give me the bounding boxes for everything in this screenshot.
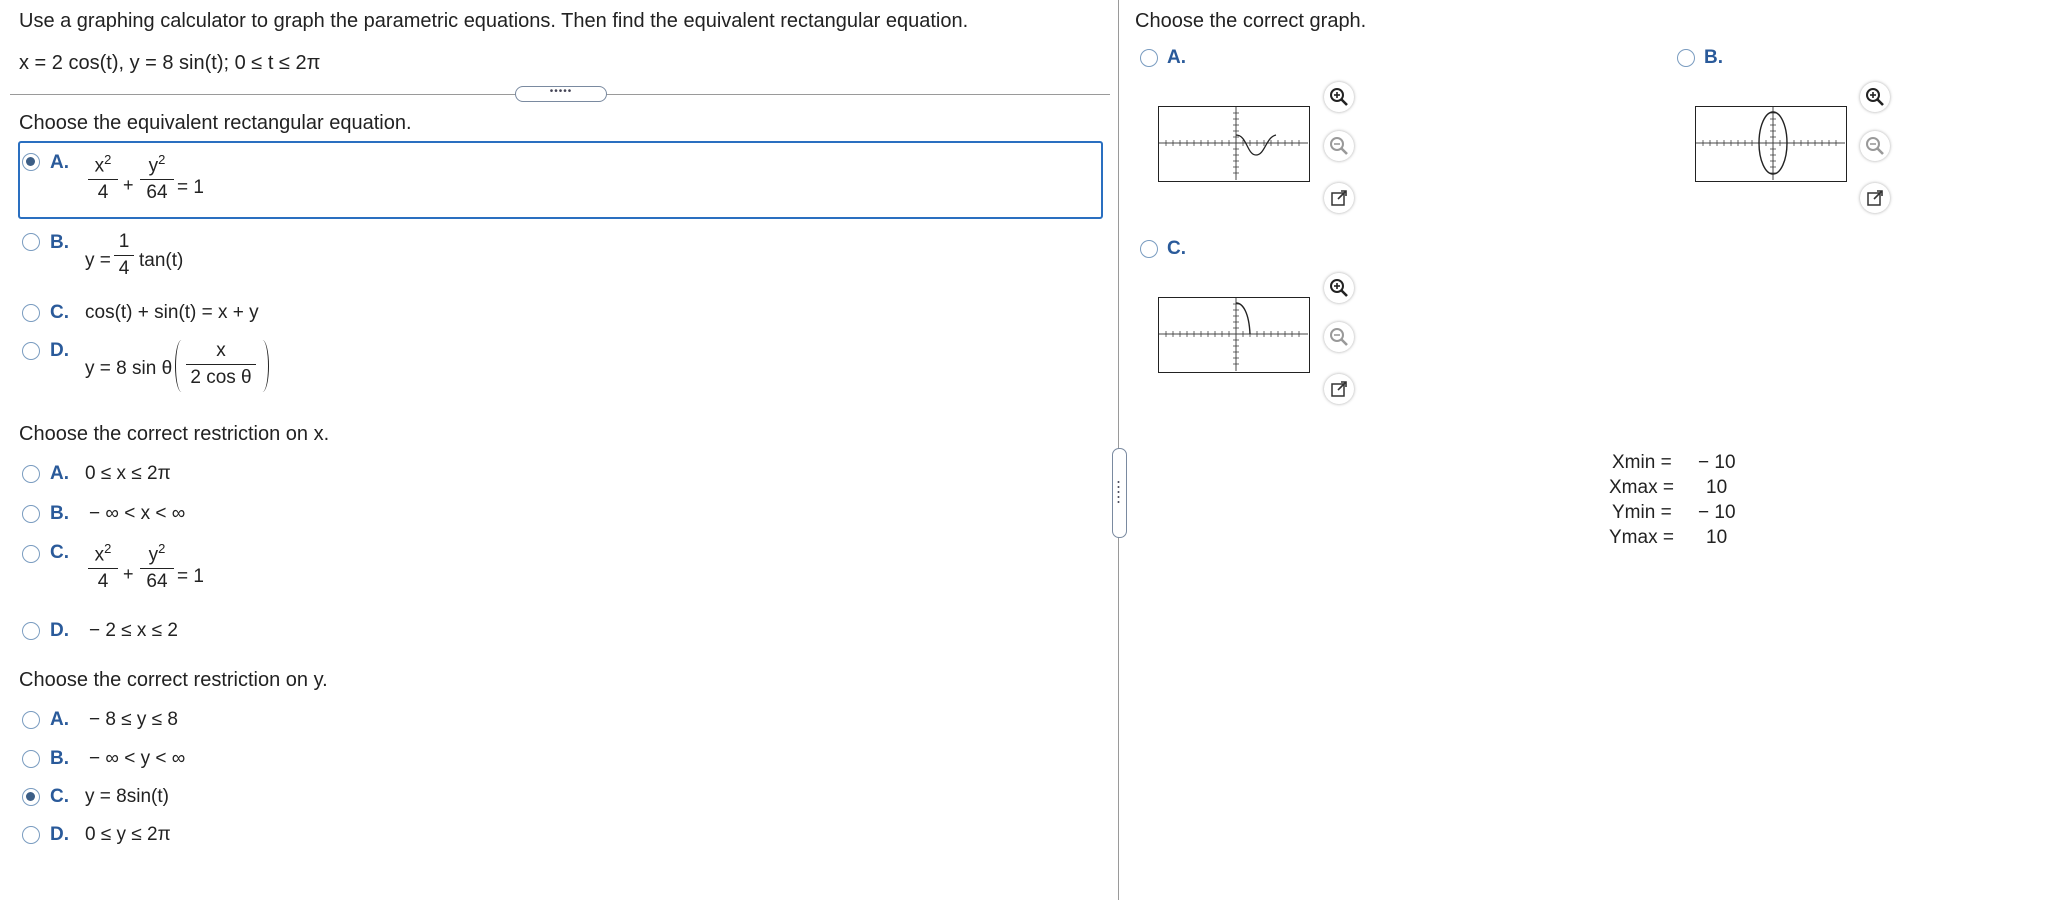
graph-prompt: Choose the correct graph. bbox=[1135, 10, 1367, 32]
part1-option-b-lhs: y = bbox=[85, 250, 111, 271]
window-ymin-label: Ymin = bbox=[1612, 502, 1672, 523]
part1-option-b-radio[interactable] bbox=[22, 233, 40, 251]
part2-option-c-frac-y: y2 64 bbox=[140, 541, 174, 593]
open-new-window-icon[interactable] bbox=[1324, 374, 1354, 404]
drag-dots-icon bbox=[1117, 481, 1120, 503]
part1-prompt: Choose the equivalent rectangular equati… bbox=[19, 112, 412, 134]
part1-option-a-label: A. bbox=[50, 152, 69, 173]
part2-option-c-rhs: = 1 bbox=[177, 566, 204, 587]
part3-prompt: Choose the correct restriction on y. bbox=[19, 669, 328, 691]
part2-prompt: Choose the correct restriction on x. bbox=[19, 423, 330, 445]
part1-option-b-rest: tan(t) bbox=[139, 250, 184, 271]
open-new-window-icon[interactable] bbox=[1324, 183, 1354, 213]
part3-option-a-radio[interactable] bbox=[22, 711, 40, 729]
part1-option-c-text: cos(t) + sin(t) = x + y bbox=[85, 302, 259, 323]
part3-option-b-label: B. bbox=[50, 748, 69, 769]
question-instruction: Use a graphing calculator to graph the p… bbox=[19, 10, 969, 32]
part2-option-a-label: A. bbox=[50, 463, 69, 484]
graph-option-a-radio[interactable] bbox=[1140, 49, 1158, 67]
graph-b-thumbnail[interactable] bbox=[1695, 106, 1847, 182]
part3-option-d-text: 0 ≤ y ≤ 2π bbox=[85, 824, 171, 845]
part1-option-a-radio[interactable] bbox=[22, 153, 40, 171]
part1-option-d-lhs: y = 8 sin θ bbox=[85, 358, 173, 379]
part2-option-d-radio[interactable] bbox=[22, 622, 40, 640]
part2-option-d-text: − 2 ≤ x ≤ 2 bbox=[89, 620, 178, 641]
zoom-out-icon[interactable] bbox=[1324, 322, 1354, 352]
window-xmax-label: Xmax = bbox=[1609, 477, 1674, 498]
graph-option-c-label: C. bbox=[1167, 238, 1186, 259]
part1-option-a-rhs: = 1 bbox=[177, 177, 204, 198]
open-new-window-icon[interactable] bbox=[1860, 183, 1890, 213]
zoom-in-icon[interactable] bbox=[1860, 82, 1890, 112]
graph-a-thumbnail[interactable] bbox=[1158, 106, 1310, 182]
graph-a-plot bbox=[1159, 107, 1308, 180]
window-xmax-value: 10 bbox=[1706, 477, 1728, 498]
graph-option-b-label: B. bbox=[1704, 47, 1723, 68]
zoom-in-icon[interactable] bbox=[1324, 273, 1354, 303]
part3-option-a-text: − 8 ≤ y ≤ 8 bbox=[89, 709, 178, 730]
part2-option-d-label: D. bbox=[50, 620, 69, 641]
graph-option-c-radio[interactable] bbox=[1140, 240, 1158, 258]
graph-c-thumbnail[interactable] bbox=[1158, 297, 1310, 373]
right-paren bbox=[256, 340, 269, 392]
window-xmin-value: − 10 bbox=[1698, 452, 1736, 473]
part1-option-b-label: B. bbox=[50, 232, 69, 253]
window-xmin-label: Xmin = bbox=[1612, 452, 1672, 473]
collapse-handle-vertical[interactable] bbox=[1112, 448, 1127, 538]
zoom-out-icon[interactable] bbox=[1324, 131, 1354, 161]
window-ymin-value: − 10 bbox=[1698, 502, 1736, 523]
part1-option-a-plus: + bbox=[123, 175, 134, 195]
part1-option-c-label: C. bbox=[50, 302, 69, 323]
part1-option-d-radio[interactable] bbox=[22, 342, 40, 360]
graph-option-a-label: A. bbox=[1167, 47, 1186, 68]
graph-c-plot bbox=[1159, 298, 1308, 371]
window-ymax-label: Ymax = bbox=[1609, 527, 1674, 548]
part3-option-d-label: D. bbox=[50, 824, 69, 845]
part1-option-d-label: D. bbox=[50, 340, 69, 361]
part1-option-b-frac: 14 bbox=[114, 231, 134, 280]
part2-option-c-frac-x: x2 4 bbox=[88, 541, 118, 593]
window-ymax-value: 10 bbox=[1706, 527, 1728, 548]
part1-option-d-frac: x2 cos θ bbox=[186, 340, 256, 389]
collapse-handle-horizontal[interactable]: ••••• bbox=[515, 86, 607, 102]
part2-option-c-radio[interactable] bbox=[22, 545, 40, 563]
part1-option-a-frac-y: y2 64 bbox=[140, 152, 174, 204]
part2-option-b-radio[interactable] bbox=[22, 505, 40, 523]
part3-option-c-text: y = 8sin(t) bbox=[85, 786, 169, 807]
part3-option-d-radio[interactable] bbox=[22, 826, 40, 844]
part2-option-b-text: − ∞ < x < ∞ bbox=[89, 503, 186, 524]
graph-option-b-radio[interactable] bbox=[1677, 49, 1695, 67]
part2-option-c-label: C. bbox=[50, 542, 69, 563]
part1-option-a-frac-x: x2 4 bbox=[88, 152, 118, 204]
parametric-equations: x = 2 cos(t), y = 8 sin(t); 0 ≤ t ≤ 2π bbox=[19, 52, 321, 74]
zoom-in-icon[interactable] bbox=[1324, 82, 1354, 112]
part3-option-a-label: A. bbox=[50, 709, 69, 730]
part3-option-b-radio[interactable] bbox=[22, 750, 40, 768]
part3-option-c-radio[interactable] bbox=[22, 788, 40, 806]
part2-option-b-label: B. bbox=[50, 503, 69, 524]
part2-option-a-text: 0 ≤ x ≤ 2π bbox=[85, 463, 171, 484]
part2-option-c-plus: + bbox=[123, 564, 134, 584]
part1-option-c-radio[interactable] bbox=[22, 304, 40, 322]
part3-option-b-text: − ∞ < y < ∞ bbox=[89, 748, 186, 769]
part2-option-a-radio[interactable] bbox=[22, 465, 40, 483]
zoom-out-icon[interactable] bbox=[1860, 131, 1890, 161]
part3-option-c-label: C. bbox=[50, 786, 69, 807]
graph-b-plot bbox=[1696, 107, 1845, 180]
